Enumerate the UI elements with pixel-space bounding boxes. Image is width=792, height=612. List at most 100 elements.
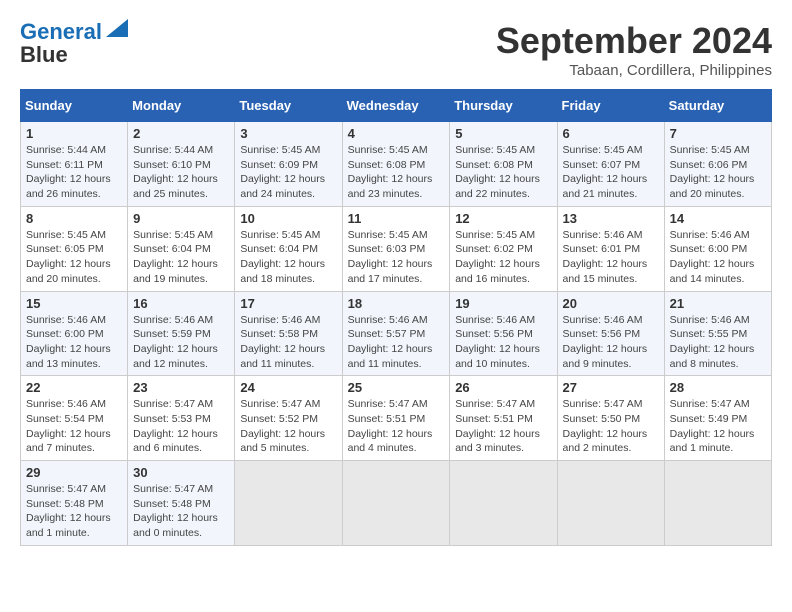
calendar-cell: 5 Sunrise: 5:45 AMSunset: 6:08 PMDayligh… (450, 122, 557, 207)
day-info: Sunrise: 5:45 AMSunset: 6:08 PMDaylight:… (455, 144, 540, 200)
calendar-cell: 29 Sunrise: 5:47 AMSunset: 5:48 PMDaylig… (21, 461, 128, 546)
calendar-cell: 16 Sunrise: 5:46 AMSunset: 5:59 PMDaylig… (128, 291, 235, 376)
day-info: Sunrise: 5:45 AMSunset: 6:08 PMDaylight:… (348, 144, 433, 200)
calendar-cell: 26 Sunrise: 5:47 AMSunset: 5:51 PMDaylig… (450, 376, 557, 461)
day-number: 20 (563, 296, 659, 311)
calendar-cell: 9 Sunrise: 5:45 AMSunset: 6:04 PMDayligh… (128, 206, 235, 291)
day-number: 10 (240, 211, 336, 226)
calendar-cell: 2 Sunrise: 5:44 AMSunset: 6:10 PMDayligh… (128, 122, 235, 207)
day-number: 26 (455, 380, 551, 395)
title-area: September 2024 Tabaan, Cordillera, Phili… (496, 20, 772, 79)
calendar-cell: 25 Sunrise: 5:47 AMSunset: 5:51 PMDaylig… (342, 376, 450, 461)
day-number: 22 (26, 380, 122, 395)
day-number: 29 (26, 465, 122, 480)
calendar-cell: 13 Sunrise: 5:46 AMSunset: 6:01 PMDaylig… (557, 206, 664, 291)
calendar-cell (450, 461, 557, 546)
day-info: Sunrise: 5:47 AMSunset: 5:48 PMDaylight:… (133, 483, 218, 539)
day-info: Sunrise: 5:46 AMSunset: 5:56 PMDaylight:… (563, 314, 648, 370)
day-info: Sunrise: 5:45 AMSunset: 6:05 PMDaylight:… (26, 229, 111, 285)
day-number: 30 (133, 465, 229, 480)
day-info: Sunrise: 5:47 AMSunset: 5:51 PMDaylight:… (348, 398, 433, 454)
calendar-cell: 10 Sunrise: 5:45 AMSunset: 6:04 PMDaylig… (235, 206, 342, 291)
day-number: 5 (455, 126, 551, 141)
week-row-2: 15 Sunrise: 5:46 AMSunset: 6:00 PMDaylig… (21, 291, 772, 376)
day-number: 25 (348, 380, 445, 395)
logo: General Blue (20, 20, 128, 68)
day-number: 17 (240, 296, 336, 311)
calendar-cell: 17 Sunrise: 5:46 AMSunset: 5:58 PMDaylig… (235, 291, 342, 376)
col-tuesday: Tuesday (235, 90, 342, 122)
calendar-cell: 11 Sunrise: 5:45 AMSunset: 6:03 PMDaylig… (342, 206, 450, 291)
day-number: 2 (133, 126, 229, 141)
calendar-cell (664, 461, 771, 546)
day-number: 9 (133, 211, 229, 226)
calendar-cell (342, 461, 450, 546)
day-number: 14 (670, 211, 766, 226)
col-saturday: Saturday (664, 90, 771, 122)
day-number: 11 (348, 211, 445, 226)
col-sunday: Sunday (21, 90, 128, 122)
calendar-cell: 6 Sunrise: 5:45 AMSunset: 6:07 PMDayligh… (557, 122, 664, 207)
calendar-cell: 19 Sunrise: 5:46 AMSunset: 5:56 PMDaylig… (450, 291, 557, 376)
day-info: Sunrise: 5:47 AMSunset: 5:49 PMDaylight:… (670, 398, 755, 454)
calendar-cell: 23 Sunrise: 5:47 AMSunset: 5:53 PMDaylig… (128, 376, 235, 461)
day-info: Sunrise: 5:45 AMSunset: 6:06 PMDaylight:… (670, 144, 755, 200)
col-monday: Monday (128, 90, 235, 122)
day-info: Sunrise: 5:47 AMSunset: 5:53 PMDaylight:… (133, 398, 218, 454)
day-info: Sunrise: 5:47 AMSunset: 5:50 PMDaylight:… (563, 398, 648, 454)
calendar-cell: 1 Sunrise: 5:44 AMSunset: 6:11 PMDayligh… (21, 122, 128, 207)
day-info: Sunrise: 5:46 AMSunset: 5:56 PMDaylight:… (455, 314, 540, 370)
calendar-cell: 21 Sunrise: 5:46 AMSunset: 5:55 PMDaylig… (664, 291, 771, 376)
calendar-cell: 27 Sunrise: 5:47 AMSunset: 5:50 PMDaylig… (557, 376, 664, 461)
day-info: Sunrise: 5:46 AMSunset: 6:01 PMDaylight:… (563, 229, 648, 285)
week-row-4: 29 Sunrise: 5:47 AMSunset: 5:48 PMDaylig… (21, 461, 772, 546)
day-number: 19 (455, 296, 551, 311)
day-number: 16 (133, 296, 229, 311)
day-number: 13 (563, 211, 659, 226)
calendar-cell: 20 Sunrise: 5:46 AMSunset: 5:56 PMDaylig… (557, 291, 664, 376)
calendar-cell: 12 Sunrise: 5:45 AMSunset: 6:02 PMDaylig… (450, 206, 557, 291)
calendar-cell: 30 Sunrise: 5:47 AMSunset: 5:48 PMDaylig… (128, 461, 235, 546)
calendar-cell (557, 461, 664, 546)
day-number: 3 (240, 126, 336, 141)
day-info: Sunrise: 5:45 AMSunset: 6:03 PMDaylight:… (348, 229, 433, 285)
calendar-table: Sunday Monday Tuesday Wednesday Thursday… (20, 89, 772, 546)
calendar-cell: 4 Sunrise: 5:45 AMSunset: 6:08 PMDayligh… (342, 122, 450, 207)
day-number: 24 (240, 380, 336, 395)
day-number: 18 (348, 296, 445, 311)
day-number: 28 (670, 380, 766, 395)
day-info: Sunrise: 5:46 AMSunset: 6:00 PMDaylight:… (26, 314, 111, 370)
day-info: Sunrise: 5:45 AMSunset: 6:07 PMDaylight:… (563, 144, 648, 200)
calendar-cell: 22 Sunrise: 5:46 AMSunset: 5:54 PMDaylig… (21, 376, 128, 461)
day-info: Sunrise: 5:46 AMSunset: 5:57 PMDaylight:… (348, 314, 433, 370)
day-number: 12 (455, 211, 551, 226)
day-info: Sunrise: 5:46 AMSunset: 5:55 PMDaylight:… (670, 314, 755, 370)
day-number: 1 (26, 126, 122, 141)
logo-blue: Blue (20, 42, 68, 68)
col-thursday: Thursday (450, 90, 557, 122)
day-info: Sunrise: 5:44 AMSunset: 6:11 PMDaylight:… (26, 144, 111, 200)
col-friday: Friday (557, 90, 664, 122)
week-row-0: 1 Sunrise: 5:44 AMSunset: 6:11 PMDayligh… (21, 122, 772, 207)
day-info: Sunrise: 5:45 AMSunset: 6:09 PMDaylight:… (240, 144, 325, 200)
day-number: 4 (348, 126, 445, 141)
day-info: Sunrise: 5:47 AMSunset: 5:51 PMDaylight:… (455, 398, 540, 454)
calendar-cell: 24 Sunrise: 5:47 AMSunset: 5:52 PMDaylig… (235, 376, 342, 461)
calendar-cell: 7 Sunrise: 5:45 AMSunset: 6:06 PMDayligh… (664, 122, 771, 207)
col-wednesday: Wednesday (342, 90, 450, 122)
month-title: September 2024 (496, 20, 772, 62)
logo-icon (106, 19, 128, 37)
day-info: Sunrise: 5:45 AMSunset: 6:04 PMDaylight:… (240, 229, 325, 285)
day-info: Sunrise: 5:46 AMSunset: 5:54 PMDaylight:… (26, 398, 111, 454)
header-row: Sunday Monday Tuesday Wednesday Thursday… (21, 90, 772, 122)
calendar-cell (235, 461, 342, 546)
day-number: 6 (563, 126, 659, 141)
calendar-cell: 15 Sunrise: 5:46 AMSunset: 6:00 PMDaylig… (21, 291, 128, 376)
logo-general: General (20, 19, 102, 44)
day-number: 21 (670, 296, 766, 311)
day-number: 27 (563, 380, 659, 395)
day-info: Sunrise: 5:46 AMSunset: 5:59 PMDaylight:… (133, 314, 218, 370)
day-info: Sunrise: 5:45 AMSunset: 6:02 PMDaylight:… (455, 229, 540, 285)
day-info: Sunrise: 5:47 AMSunset: 5:52 PMDaylight:… (240, 398, 325, 454)
day-info: Sunrise: 5:46 AMSunset: 5:58 PMDaylight:… (240, 314, 325, 370)
